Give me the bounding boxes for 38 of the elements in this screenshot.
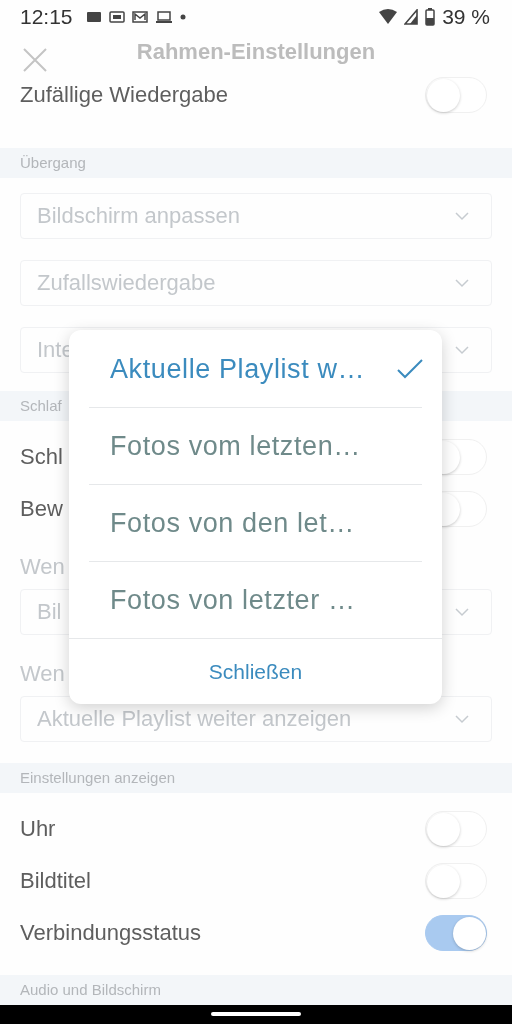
notification-icon xyxy=(85,9,102,24)
setting-label: Schl xyxy=(20,443,63,470)
home-indicator[interactable] xyxy=(211,1012,301,1017)
field-label: Wen xyxy=(19,659,65,688)
battery-percentage: 39 % xyxy=(442,4,490,29)
toggle-switch[interactable] xyxy=(425,914,487,951)
chevron-down-icon xyxy=(455,606,469,617)
field-label: Wen xyxy=(19,552,65,581)
section-title: Schlaf xyxy=(20,397,62,414)
dialog-option[interactable]: Fotos vom letzten… xyxy=(69,408,442,484)
section-title: Übergang xyxy=(20,154,86,171)
dot-icon xyxy=(179,13,186,20)
dialog-option[interactable]: Fotos von den let… xyxy=(69,485,442,561)
checkmark-icon xyxy=(396,358,424,380)
mail-icon xyxy=(131,9,148,24)
chevron-down-icon xyxy=(455,344,469,355)
section-title: Einstellungen anzeigen xyxy=(20,769,176,786)
dialog-option[interactable]: Aktuelle Playlist w… xyxy=(69,331,442,407)
clock-time: 12:15 xyxy=(20,4,73,29)
setting-label: Verbindungsstatus xyxy=(20,919,202,946)
chevron-down-icon xyxy=(455,277,469,288)
section-title: Audio und Bildschirm xyxy=(20,981,161,998)
close-button[interactable]: Schließen xyxy=(69,638,442,704)
close-button[interactable] xyxy=(22,47,48,74)
notification-icon xyxy=(108,9,125,24)
setting-label: Bew xyxy=(20,495,63,522)
laptop-icon xyxy=(154,9,173,24)
setting-label: Uhr xyxy=(20,815,56,842)
close-icon xyxy=(22,47,48,74)
chevron-down-icon xyxy=(455,713,469,724)
wifi-icon xyxy=(379,8,398,25)
battery-icon xyxy=(425,7,436,26)
screen-title: Rahmen-Einstellungen xyxy=(136,38,376,65)
signal-icon xyxy=(404,8,419,25)
dialog-option[interactable]: Fotos von letzter … xyxy=(69,562,442,638)
setting-label: Bildtitel xyxy=(20,867,91,894)
chevron-down-icon xyxy=(455,210,469,221)
setting-label: Zufällige Wiedergabe xyxy=(20,81,228,108)
